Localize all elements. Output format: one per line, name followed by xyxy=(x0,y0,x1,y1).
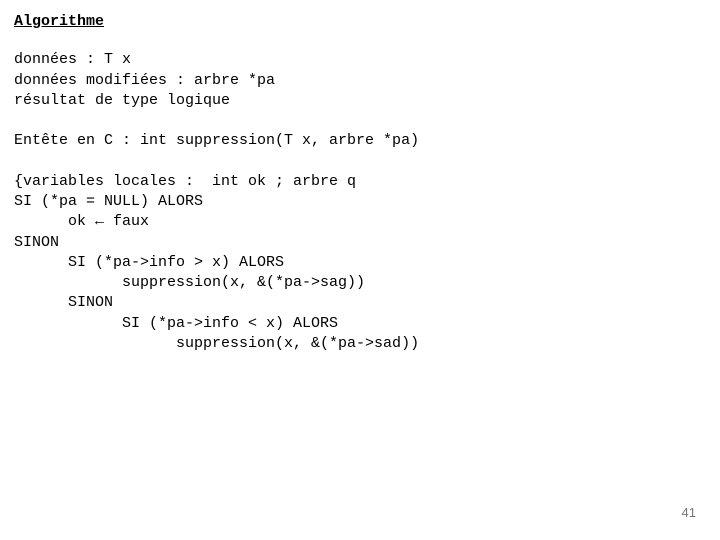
code-line: SI (*pa->info < x) ALORS xyxy=(14,315,338,332)
document-page: Algorithme données : T x données modifié… xyxy=(0,0,720,540)
code-line: ok ← faux xyxy=(14,213,149,230)
code-line: SI (*pa->info > x) ALORS xyxy=(14,254,284,271)
section-title: Algorithme xyxy=(14,12,706,32)
algorithm-body: données : T x données modifiées : arbre … xyxy=(14,50,706,354)
code-line: données modifiées : arbre *pa xyxy=(14,72,275,89)
code-line: SINON xyxy=(14,294,113,311)
code-line: suppression(x, &(*pa->sag)) xyxy=(14,274,365,291)
code-line: suppression(x, &(*pa->sad)) xyxy=(14,335,419,352)
page-number: 41 xyxy=(682,504,696,522)
code-line: SI (*pa = NULL) ALORS xyxy=(14,193,203,210)
code-line: données : T x xyxy=(14,51,131,68)
code-line: Entête en C : int suppression(T x, arbre… xyxy=(14,132,419,149)
code-line: SINON xyxy=(14,234,59,251)
code-line: résultat de type logique xyxy=(14,92,230,109)
code-line: {variables locales : int ok ; arbre q xyxy=(14,173,356,190)
